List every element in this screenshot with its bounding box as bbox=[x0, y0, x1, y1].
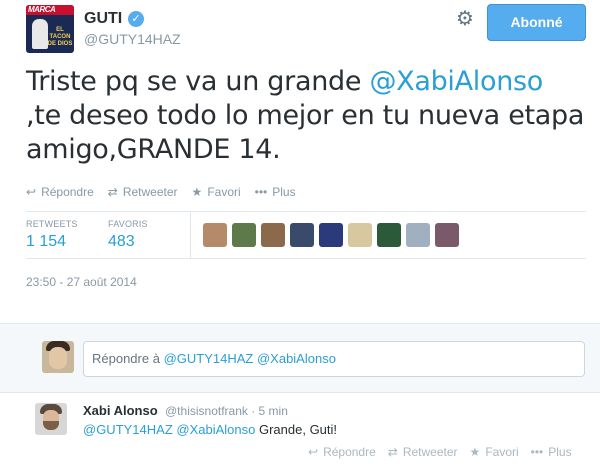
favoriter-avatar[interactable] bbox=[232, 223, 256, 247]
reply-tweet-text: @GUTY14HAZ @XabiAlonso Grande, Guti! bbox=[83, 422, 337, 437]
divider-bottom bbox=[26, 258, 586, 259]
reply-input[interactable]: Répondre à @GUTY14HAZ @XabiAlonso bbox=[83, 341, 585, 377]
gear-icon[interactable]: ⚙ bbox=[454, 8, 476, 30]
favorite-action[interactable]: ★ Favori bbox=[470, 445, 519, 459]
retweet-label: Retweeter bbox=[122, 185, 178, 199]
reply-tweet-mention-1[interactable]: @GUTY14HAZ bbox=[83, 422, 173, 437]
favoriter-avatar[interactable] bbox=[203, 223, 227, 247]
star-icon: ★ bbox=[469, 445, 481, 459]
reply-author-handle[interactable]: @thisisnotfrank · 5 min bbox=[165, 404, 288, 418]
verified-badge-icon: ✓ bbox=[128, 11, 144, 27]
favoriter-avatar[interactable] bbox=[377, 223, 401, 247]
profile-avatar[interactable]: MARCA EL TACON DE DIOS bbox=[26, 5, 74, 53]
favoriter-avatars bbox=[203, 223, 459, 247]
reply-icon: ↩ bbox=[308, 445, 319, 459]
reply-area: Répondre à @GUTY14HAZ @XabiAlonso bbox=[0, 323, 600, 393]
tweet-text: Triste pq se va un grande @XabiAlonso ,t… bbox=[26, 65, 586, 167]
favoriter-avatar[interactable] bbox=[435, 223, 459, 247]
more-dots-icon: ••• bbox=[530, 445, 544, 459]
reply-tweet-avatar[interactable] bbox=[35, 403, 67, 435]
tweet-text-after: ,te deseo todo lo mejor en tu nueva etap… bbox=[26, 100, 585, 165]
more-action[interactable]: ••• Plus bbox=[255, 185, 296, 199]
reply-action[interactable]: ↩ Répondre bbox=[26, 185, 94, 199]
star-icon: ★ bbox=[191, 185, 203, 199]
favoriter-avatar[interactable] bbox=[290, 223, 314, 247]
profile-name[interactable]: GUTI bbox=[84, 10, 122, 28]
retweets-label: RETWEETS bbox=[26, 219, 78, 229]
favorites-label: FAVORIS bbox=[108, 219, 148, 229]
reply-prefix: Répondre à bbox=[92, 351, 164, 366]
retweet-action[interactable]: ⇄ Retweeter bbox=[388, 445, 458, 459]
reply-icon: ↩ bbox=[26, 185, 37, 199]
favoriter-avatar[interactable] bbox=[348, 223, 372, 247]
favorites-stat[interactable]: FAVORIS 483 bbox=[108, 219, 148, 251]
favoriter-avatar[interactable] bbox=[319, 223, 343, 247]
reply-mention-1: @GUTY14HAZ bbox=[163, 351, 254, 366]
tweet-text-before: Triste pq se va un grande bbox=[26, 66, 370, 97]
following-button[interactable]: Abonné bbox=[487, 4, 586, 41]
tweet-actions: ↩ Répondre ⇄ Retweeter ★ Favori ••• Plus bbox=[26, 185, 310, 199]
reply-mention-2: @XabiAlonso bbox=[256, 351, 336, 366]
reply-label: Répondre bbox=[41, 185, 94, 199]
more-action[interactable]: ••• Plus bbox=[531, 445, 572, 459]
profile-handle[interactable]: @GUTY14HAZ bbox=[84, 31, 181, 47]
reply-tweet-body: Grande, Guti! bbox=[255, 422, 338, 437]
avatar-beard bbox=[43, 421, 59, 430]
tweet-timestamp[interactable]: 23:50 - 27 août 2014 bbox=[26, 275, 137, 289]
favorite-label: Favori bbox=[485, 445, 519, 459]
more-label: Plus bbox=[548, 445, 572, 459]
divider-top bbox=[26, 211, 586, 212]
reply-action[interactable]: ↩ Répondre bbox=[308, 445, 376, 459]
favoriter-avatar[interactable] bbox=[261, 223, 285, 247]
avatar-caption: EL TACON DE DIOS bbox=[47, 27, 73, 47]
stats-separator bbox=[190, 212, 191, 258]
favorite-action[interactable]: ★ Favori bbox=[192, 185, 241, 199]
reply-tweet-mention-2[interactable]: @XabiAlonso bbox=[176, 422, 255, 437]
retweets-stat[interactable]: RETWEETS 1 154 bbox=[26, 219, 78, 251]
avatar-head bbox=[49, 347, 67, 369]
more-dots-icon: ••• bbox=[254, 185, 268, 199]
reply-label: Répondre bbox=[323, 445, 376, 459]
retweets-count: 1 154 bbox=[26, 233, 67, 250]
reply-author-name[interactable]: Xabi Alonso bbox=[83, 403, 158, 418]
tweet-mention-link[interactable]: @XabiAlonso bbox=[369, 66, 543, 97]
current-user-avatar bbox=[42, 341, 74, 373]
avatar-brand: MARCA bbox=[28, 5, 56, 14]
more-label: Plus bbox=[272, 185, 296, 199]
favorites-count: 483 bbox=[108, 233, 135, 250]
favoriter-avatar[interactable] bbox=[406, 223, 430, 247]
retweet-icon: ⇄ bbox=[387, 445, 398, 459]
retweet-label: Retweeter bbox=[402, 445, 458, 459]
retweet-action[interactable]: ⇄ Retweeter bbox=[108, 185, 178, 199]
reply-tweet-actions: ↩ Répondre ⇄ Retweeter ★ Favori ••• Plus bbox=[308, 445, 584, 459]
favorite-label: Favori bbox=[207, 185, 241, 199]
retweet-icon: ⇄ bbox=[107, 185, 118, 199]
